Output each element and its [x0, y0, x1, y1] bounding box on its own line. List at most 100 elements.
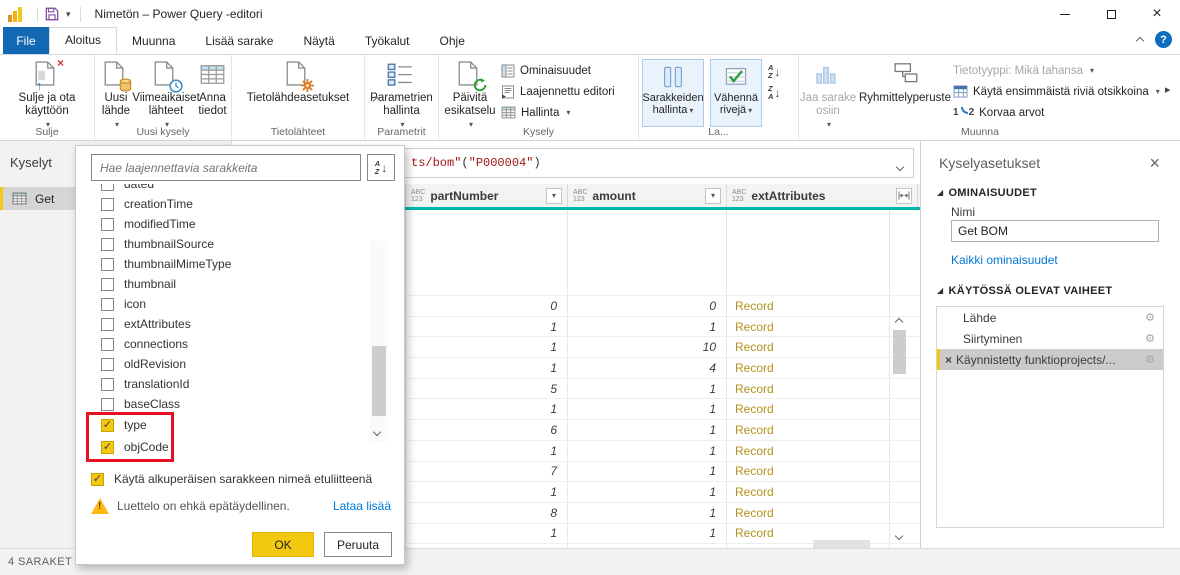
- table-cell[interactable]: 6: [406, 420, 568, 440]
- table-cell[interactable]: Record: [727, 358, 890, 378]
- scroll-up-icon[interactable]: [894, 314, 904, 324]
- table-cell[interactable]: 0: [406, 296, 568, 316]
- table-cell[interactable]: 1: [568, 503, 727, 523]
- table-cell[interactable]: 1: [568, 317, 727, 337]
- expand-column-option-thumbnailsource[interactable]: thumbnailSource: [101, 234, 368, 254]
- checkbox[interactable]: [101, 378, 114, 391]
- prefix-option-row[interactable]: Käytä alkuperäisen sarakkeen nimeä etuli…: [91, 472, 372, 486]
- table-cell[interactable]: 7: [406, 462, 568, 482]
- close-and-apply-button[interactable]: Sulje ja ota käyttöön: [4, 58, 90, 131]
- ribbon-overflow-icon[interactable]: ▸: [1161, 55, 1173, 140]
- expand-column-option-modifiedtime[interactable]: modifiedTime: [101, 214, 368, 234]
- table-cell[interactable]: Record: [727, 379, 890, 399]
- table-cell[interactable]: 1: [406, 524, 568, 544]
- save-icon[interactable]: [45, 7, 59, 21]
- table-cell[interactable]: 8: [406, 503, 568, 523]
- tab-lis-sarake[interactable]: Lisää sarake: [190, 27, 288, 54]
- cancel-button[interactable]: Peruuta: [324, 532, 392, 557]
- checkbox[interactable]: [101, 398, 114, 411]
- checkbox[interactable]: [101, 318, 114, 331]
- table-cell[interactable]: 1: [406, 399, 568, 419]
- split-column-button[interactable]: Jaa sarake osiin: [799, 58, 857, 131]
- abc123-type-icon[interactable]: ABC123: [732, 189, 746, 203]
- expand-column-option-creationtime[interactable]: creationTime: [101, 194, 368, 214]
- checkbox[interactable]: [101, 258, 114, 271]
- reduce-rows-button[interactable]: Vähennä rivejä: [710, 59, 762, 127]
- table-cell[interactable]: 1: [406, 358, 568, 378]
- advanced-editor-button[interactable]: Laajennettu editori: [501, 83, 615, 100]
- tab-n-yt-[interactable]: Näytä: [288, 27, 349, 54]
- expand-column-option-icon[interactable]: icon: [101, 294, 368, 314]
- tab-ty-kalut[interactable]: Työkalut: [350, 27, 425, 54]
- title-dropdown-icon[interactable]: [66, 9, 71, 20]
- table-cell[interactable]: 1: [406, 317, 568, 337]
- table-cell[interactable]: Record: [727, 296, 890, 316]
- refresh-preview-button[interactable]: Päivitä esikatselu: [439, 58, 501, 131]
- expand-column-option-oldrevision[interactable]: oldRevision: [101, 354, 368, 374]
- table-cell[interactable]: 1: [568, 441, 727, 461]
- applied-steps-heading[interactable]: KÄYTÖSSÄ OLEVAT VAIHEET: [937, 285, 1112, 297]
- search-input[interactable]: [91, 154, 361, 181]
- expand-column-option-thumbnailmimetype[interactable]: thumbnailMimeType: [101, 254, 368, 274]
- table-cell[interactable]: 1: [568, 482, 727, 502]
- tab-file[interactable]: File: [3, 27, 49, 54]
- minimize-icon[interactable]: [1042, 0, 1088, 28]
- scrollbar-thumb[interactable]: [893, 330, 906, 374]
- search-sort-icon[interactable]: AZ↓: [367, 154, 395, 181]
- table-cell[interactable]: 1: [568, 524, 727, 544]
- abc123-type-icon[interactable]: ABC123: [573, 189, 587, 203]
- collapse-section-icon[interactable]: [937, 188, 943, 197]
- help-icon[interactable]: ?: [1155, 31, 1172, 48]
- abc123-type-icon[interactable]: ABC123: [411, 189, 425, 203]
- table-cell[interactable]: Record: [727, 399, 890, 419]
- checkbox[interactable]: [101, 298, 114, 311]
- table-cell[interactable]: 10: [568, 337, 727, 357]
- scroll-down-icon[interactable]: [374, 424, 384, 434]
- applied-step[interactable]: Lähde: [937, 307, 1163, 328]
- table-cell[interactable]: 1: [568, 420, 727, 440]
- expand-column-icon[interactable]: [896, 188, 912, 204]
- expand-column-option-dated[interactable]: dated: [101, 184, 368, 194]
- gear-icon[interactable]: [1145, 311, 1155, 324]
- sort-az-icon[interactable]: AZ↓: [768, 64, 780, 79]
- checkbox[interactable]: [101, 358, 114, 371]
- checkbox[interactable]: [101, 441, 114, 454]
- applied-step[interactable]: Siirtyminen: [937, 328, 1163, 349]
- scroll-up-icon[interactable]: [374, 93, 384, 103]
- table-cell[interactable]: 0: [568, 296, 727, 316]
- gear-icon[interactable]: [1145, 353, 1155, 366]
- table-vertical-scrollbar[interactable]: [890, 312, 910, 540]
- delete-step-icon[interactable]: [945, 353, 952, 367]
- filter-dropdown-icon[interactable]: [546, 188, 562, 204]
- table-cell[interactable]: 1: [406, 482, 568, 502]
- table-cell[interactable]: 1: [406, 441, 568, 461]
- properties-heading[interactable]: OMINAISUUDET: [937, 187, 1037, 199]
- use-first-row-button[interactable]: Käytä ensimmäistä riviä otsikkoina: [953, 83, 1153, 100]
- expand-column-option-translationid[interactable]: translationId: [101, 374, 368, 394]
- collapse-ribbon-icon[interactable]: [1137, 33, 1143, 47]
- expand-column-option-thumbnail[interactable]: thumbnail: [101, 274, 368, 294]
- tab-ohje[interactable]: Ohje: [425, 27, 480, 54]
- checkbox[interactable]: [101, 419, 114, 432]
- checkbox[interactable]: [101, 184, 114, 191]
- group-by-button[interactable]: Ryhmittelyperuste: [857, 58, 953, 105]
- filter-dropdown-icon[interactable]: [705, 188, 721, 204]
- expand-column-option-type[interactable]: type: [101, 414, 368, 436]
- data-source-settings-button[interactable]: Tietolähdeasetukset: [234, 58, 362, 105]
- table-cell[interactable]: Record: [727, 317, 890, 337]
- table-cell[interactable]: 1: [568, 462, 727, 482]
- manage-button[interactable]: Hallinta: [501, 104, 615, 121]
- manage-columns-button[interactable]: Sarakkeiden hallinta: [642, 59, 704, 127]
- checkbox[interactable]: [101, 198, 114, 211]
- query-name-input[interactable]: [951, 220, 1159, 242]
- table-cell[interactable]: 5: [406, 379, 568, 399]
- expand-column-option-baseclass[interactable]: baseClass: [101, 394, 368, 414]
- table-cell[interactable]: Record: [727, 337, 890, 357]
- table-cell[interactable]: Record: [727, 420, 890, 440]
- close-icon[interactable]: [1134, 0, 1180, 28]
- popup-scrollbar[interactable]: [370, 241, 388, 442]
- scrollbar-thumb[interactable]: [372, 346, 386, 416]
- table-cell[interactable]: 1: [568, 379, 727, 399]
- replace-values-button[interactable]: 12 Korvaa arvot: [953, 104, 1153, 121]
- table-cell[interactable]: Record: [727, 462, 890, 482]
